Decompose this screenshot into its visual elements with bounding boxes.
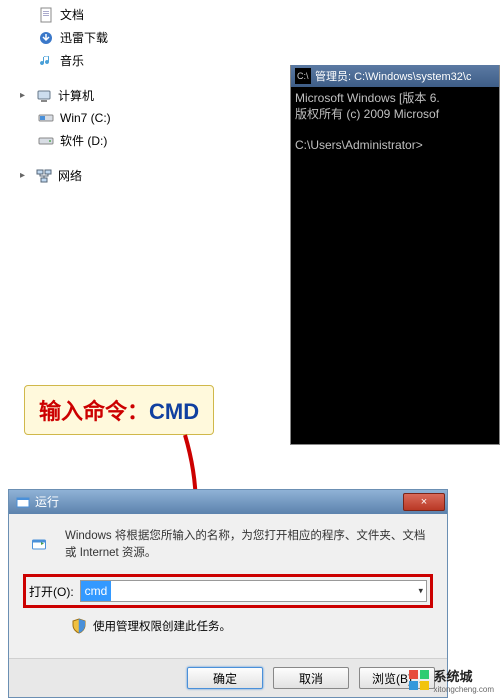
item-label: 网络 <box>58 167 82 184</box>
ok-button[interactable]: 确定 <box>187 667 263 689</box>
network-icon <box>36 168 52 184</box>
drive-icon <box>38 110 54 126</box>
watermark: 系统城 xitongcheng.com <box>408 666 494 694</box>
admin-text: 使用管理权限创建此任务。 <box>93 618 231 634</box>
drive-d[interactable]: 软件 (D:) <box>34 130 272 151</box>
expand-toggle-icon[interactable]: ▸ <box>20 170 30 181</box>
document-icon <box>38 7 54 23</box>
admin-privilege-row: 使用管理权限创建此任务。 <box>71 618 433 634</box>
dialog-button-bar: 确定 取消 浏览(B)... <box>9 658 447 697</box>
close-button[interactable]: × <box>403 493 445 511</box>
run-dialog-icon <box>15 494 31 510</box>
open-label: 打开(O): <box>29 583 74 600</box>
library-item-music[interactable]: 音乐 <box>34 50 272 71</box>
svg-text:C:\: C:\ <box>297 71 309 81</box>
expand-toggle-icon[interactable]: ▸ <box>20 90 30 101</box>
item-label: Win7 (C:) <box>60 111 111 125</box>
network-node[interactable]: ▸ 网络 <box>16 165 272 186</box>
cmd-icon: C:\ <box>295 68 311 84</box>
watermark-text: 系统城 <box>434 669 473 684</box>
item-label: 文档 <box>60 6 84 23</box>
run-command-input[interactable] <box>80 580 427 602</box>
library-item-documents[interactable]: 文档 <box>34 4 272 25</box>
computer-node[interactable]: ▸ 计算机 <box>16 85 272 106</box>
item-label: 计算机 <box>58 87 94 104</box>
item-label: 迅雷下载 <box>60 29 108 46</box>
run-description: Windows 将根据您所输入的名称，为您打开相应的程序、文件夹、文档或 Int… <box>65 528 433 563</box>
cmd-window[interactable]: C:\ 管理员: C:\Windows\system32\c Microsoft… <box>290 65 500 445</box>
watermark-logo-icon <box>408 669 430 691</box>
callout-text: 输入命令： <box>39 399 149 424</box>
run-program-icon <box>23 528 55 560</box>
close-icon: × <box>421 496 427 508</box>
cmd-output[interactable]: Microsoft Windows [版本 6. 版权所有 (c) 2009 M… <box>291 87 499 444</box>
run-titlebar[interactable]: 运行 × <box>9 490 447 514</box>
callout-cmd: CMD <box>149 399 199 424</box>
item-label: 软件 (D:) <box>60 132 107 149</box>
cancel-button[interactable]: 取消 <box>273 667 349 689</box>
drive-icon <box>38 133 54 149</box>
run-input-highlight: 打开(O): ▾ <box>23 574 433 608</box>
annotation-callout: 输入命令：CMD <box>24 385 214 435</box>
run-dialog: 运行 × Windows 将根据您所输入的名称，为您打开相应的程序、文件夹、文档… <box>8 489 448 699</box>
music-icon <box>38 53 54 69</box>
watermark-url: xitongcheng.com <box>434 685 494 694</box>
computer-icon <box>36 88 52 104</box>
run-title-text: 运行 <box>35 493 59 510</box>
drive-c[interactable]: Win7 (C:) <box>34 108 272 128</box>
download-icon <box>38 30 54 46</box>
library-item-xunlei[interactable]: 迅雷下载 <box>34 27 272 48</box>
cmd-title: 管理员: C:\Windows\system32\c <box>315 68 471 84</box>
item-label: 音乐 <box>60 52 84 69</box>
shield-icon <box>71 618 87 634</box>
cmd-titlebar[interactable]: C:\ 管理员: C:\Windows\system32\c <box>291 65 499 87</box>
